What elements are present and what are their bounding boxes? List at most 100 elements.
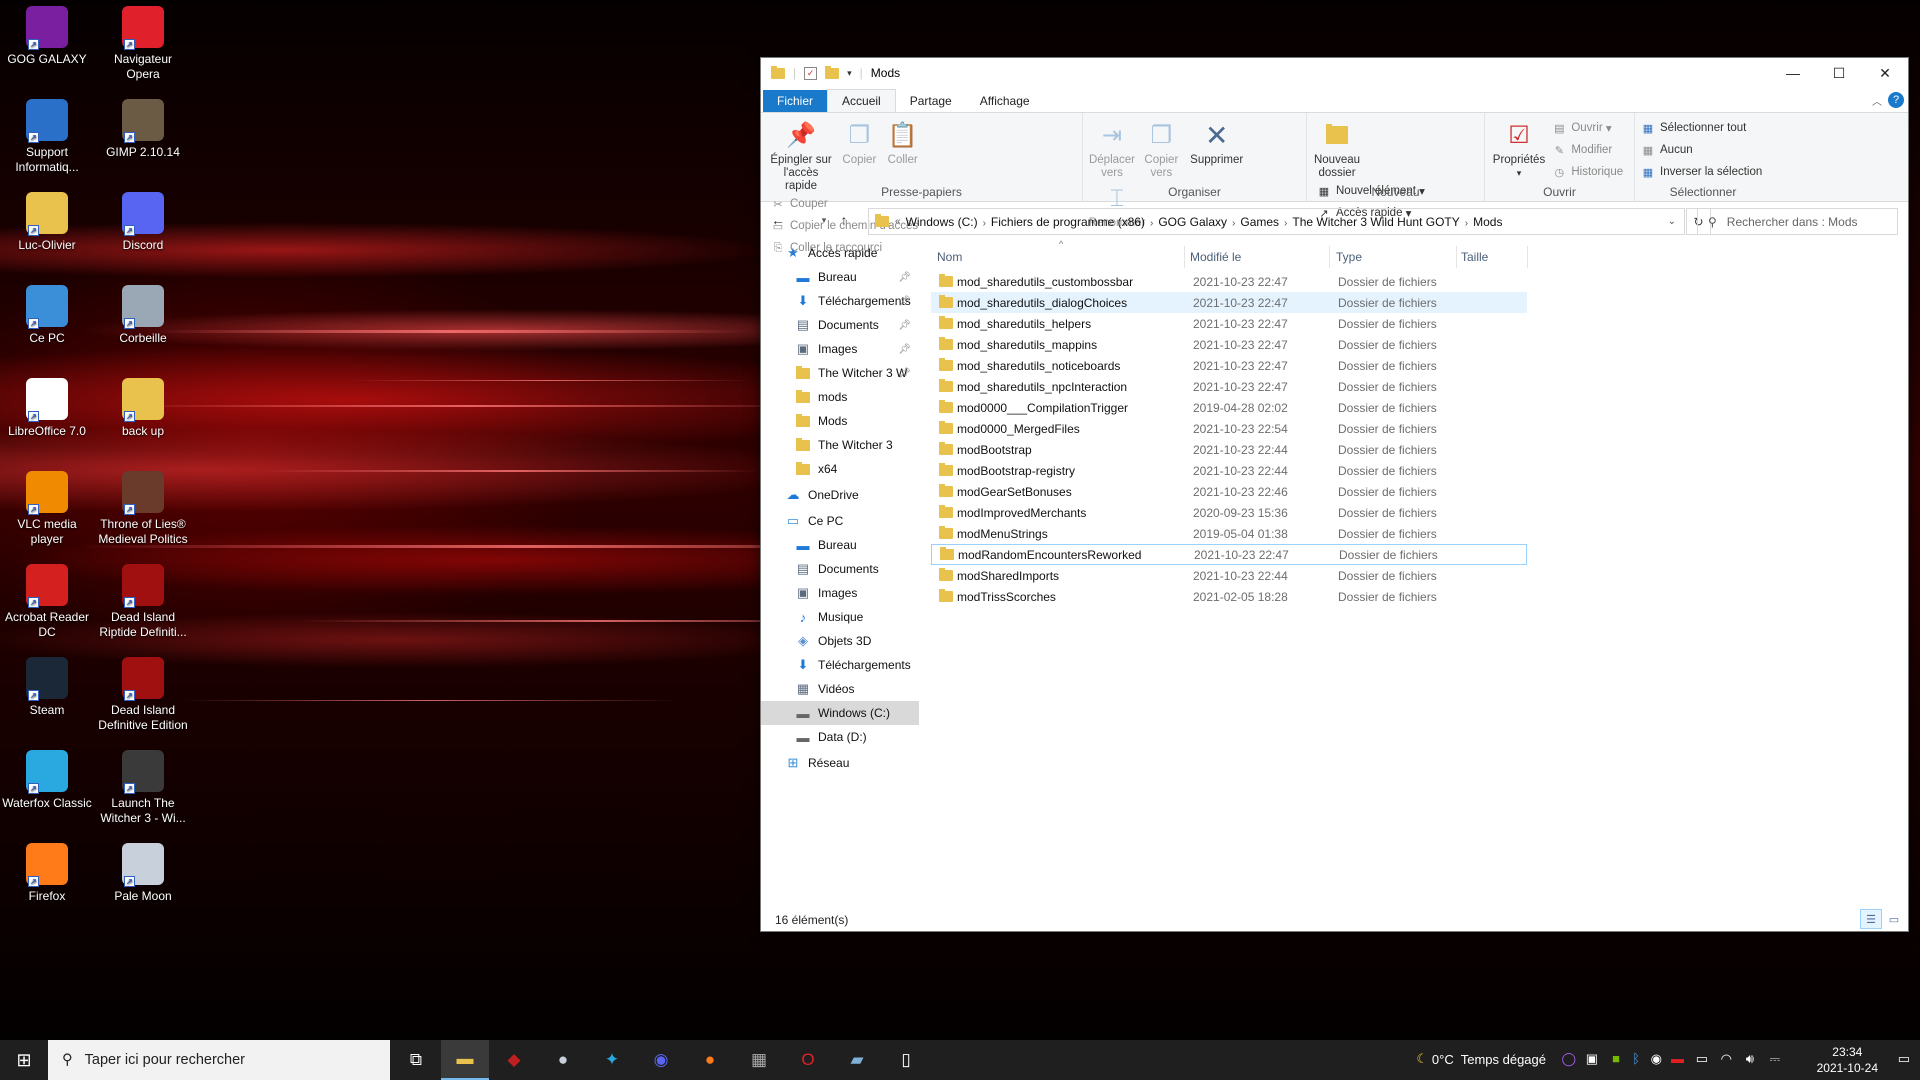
desktop-icon[interactable]: ↗ GOG GALAXY	[2, 2, 92, 67]
nav-item[interactable]: ▭ Ce PC	[761, 509, 919, 533]
table-row[interactable]: modImprovedMerchants 2020-09-23 15:36 Doss…	[931, 502, 1527, 523]
properties-quick-icon[interactable]: ✓	[804, 66, 818, 80]
nav-item[interactable]: ◈ Objets 3D	[761, 629, 919, 653]
nav-item[interactable]: ▤ Documents	[761, 557, 919, 581]
breadcrumb-separator-icon[interactable]: ›	[1232, 218, 1235, 229]
desktop-icon[interactable]: ↗ VLC media player	[2, 467, 92, 547]
breadcrumb-separator-icon[interactable]: ›	[1150, 218, 1153, 229]
delete-button[interactable]: ✕ Supprimer	[1188, 117, 1246, 167]
nav-item[interactable]: x64	[761, 457, 919, 481]
nav-item[interactable]: Mods	[761, 409, 919, 433]
notification-icon[interactable]: ▭	[1898, 1051, 1910, 1067]
nav-item[interactable]: ⬇ Téléchargements 📌︎	[761, 289, 919, 313]
column-size[interactable]: Taille	[1461, 250, 1488, 264]
history-button[interactable]: ◷ Historique	[1552, 161, 1624, 183]
table-row[interactable]: mod_sharedutils_npcInteraction 2021-10-23…	[931, 376, 1527, 397]
wifi-icon[interactable]: ◠	[1721, 1051, 1732, 1067]
nav-item[interactable]: ▦ Vidéos	[761, 677, 919, 701]
file-explorer-window[interactable]: | ✓ ▾ | Mods — ☐ ✕ Fichier Accueil Parta…	[760, 57, 1909, 932]
nav-item[interactable]: ▬ Bureau	[761, 533, 919, 557]
desktop-icon[interactable]: ↗ Pale Moon	[98, 839, 188, 904]
table-row[interactable]: modRandomEncountersReworked 2021-10-23 22…	[931, 544, 1527, 565]
desktop-icon[interactable]: ↗ Waterfox Classic	[2, 746, 92, 811]
column-separator[interactable]	[1184, 246, 1185, 268]
desktop-icon[interactable]: ↗ Support Informatiq...	[2, 95, 92, 175]
quick-access-dropdown-icon[interactable]: ▾	[847, 68, 852, 79]
search-input[interactable]: ⚲ Rechercher dans : Mods	[1697, 208, 1898, 235]
file-list[interactable]: ^ Nom Modifié le Type Taille mod_sharedu…	[931, 239, 1891, 607]
bluetooth-icon[interactable]: ᛒ	[1632, 1051, 1640, 1066]
desktop-icon[interactable]: ↗ Navigateur Opera	[98, 2, 188, 82]
network-tray-icon[interactable]: ⎓	[1770, 1051, 1780, 1067]
nav-item[interactable]: ⬇ Téléchargements	[761, 653, 919, 677]
desktop-icon[interactable]: ↗ Throne of Lies® Medieval Politics	[98, 467, 188, 547]
steam-tray-icon[interactable]: ◉	[1651, 1051, 1662, 1067]
column-name[interactable]: Nom	[937, 250, 962, 264]
forward-button[interactable]: →	[791, 212, 817, 228]
desktop-icon[interactable]: ↗ Corbeille	[98, 281, 188, 346]
breadcrumb-separator-icon[interactable]: ›	[983, 218, 986, 229]
taskbar-app-button[interactable]: ◉	[637, 1040, 685, 1080]
nav-item[interactable]: ▬ Windows (C:)	[761, 701, 919, 725]
properties-button[interactable]: ☑ Propriétés ▾	[1491, 117, 1547, 180]
table-row[interactable]: mod_sharedutils_mappins 2021-10-23 22:47 D…	[931, 334, 1527, 355]
taskbar-app-button[interactable]: ✦	[588, 1040, 636, 1080]
paste-button[interactable]: 📋 Coller	[884, 117, 922, 167]
desktop-icon[interactable]: ↗ LibreOffice 7.0	[2, 374, 92, 439]
desktop-icon[interactable]: ↗ back up	[98, 374, 188, 439]
column-separator[interactable]	[1329, 246, 1330, 268]
address-dropdown-icon[interactable]: ⌄	[1668, 216, 1676, 227]
tab-share[interactable]: Partage	[896, 90, 966, 112]
desktop-icon[interactable]: ↗ Ce PC	[2, 281, 92, 346]
desktop-icon[interactable]: ↗ Luc-Olivier	[2, 188, 92, 253]
taskbar-app-button[interactable]: O	[784, 1040, 832, 1080]
breadcrumb-item[interactable]: The Witcher 3 Wild Hunt GOTY	[1292, 215, 1459, 229]
nav-item[interactable]: ♪ Musique	[761, 605, 919, 629]
table-row[interactable]: mod_sharedutils_helpers 2021-10-23 22:47 D…	[931, 313, 1527, 334]
nvidia-tray-icon[interactable]: ■	[1612, 1051, 1620, 1066]
tab-file[interactable]: Fichier	[763, 90, 828, 112]
taskbar-app-button[interactable]: ▬	[441, 1040, 489, 1080]
desktop-icon[interactable]: ↗ GIMP 2.10.14	[98, 95, 188, 160]
desktop-icon[interactable]: ↗ Launch The Witcher 3 - Wi...	[98, 746, 188, 826]
tab-view[interactable]: Affichage	[966, 90, 1044, 112]
table-row[interactable]: mod_sharedutils_custombossbar 2021-10-23 …	[931, 271, 1527, 292]
details-view-button[interactable]: ☰	[1860, 909, 1882, 929]
copy-to-button[interactable]: ❐ Copier vers	[1140, 117, 1182, 180]
nav-item[interactable]: ▬ Data (D:)	[761, 725, 919, 749]
nav-item[interactable]: ▤ Documents 📌︎	[761, 313, 919, 337]
table-row[interactable]: modGearSetBonuses 2021-10-23 22:46 Dossier…	[931, 481, 1527, 502]
breadcrumb-item[interactable]: Games	[1240, 215, 1279, 229]
desktop-icon[interactable]: ↗ Acrobat Reader DC	[2, 560, 92, 640]
new-folder-button[interactable]: Nouveau dossier	[1313, 117, 1361, 180]
desktop-icon[interactable]: ↗ Dead Island Definitive Edition	[98, 653, 188, 733]
nav-item[interactable]: ⊞ Réseau	[761, 751, 919, 775]
desktop-icon[interactable]: ↗ Discord	[98, 188, 188, 253]
select-all-button[interactable]: ▦ Sélectionner tout	[1641, 117, 1765, 139]
navigation-pane[interactable]: ★ Accès rapide ▬ Bureau 📌︎ ⬇ Téléchargements 📌︎…	[761, 241, 919, 861]
taskbar-app-button[interactable]: ●	[539, 1040, 587, 1080]
close-button[interactable]: ✕	[1862, 58, 1908, 88]
breadcrumb-item[interactable]: Mods	[1473, 215, 1502, 229]
nav-item[interactable]: The Witcher 3 W 📌︎	[761, 361, 919, 385]
nav-item[interactable]: The Witcher 3	[761, 433, 919, 457]
maximize-button[interactable]: ☐	[1816, 58, 1862, 88]
table-row[interactable]: modMenuStrings 2019-05-04 01:38 Dossier de…	[931, 523, 1527, 544]
table-row[interactable]: modBootstrap 2021-10-23 22:44 Dossier de f…	[931, 439, 1527, 460]
tray-app-icon[interactable]: ▣	[1586, 1051, 1598, 1067]
volume-icon[interactable]: 🔊︎	[1746, 1051, 1754, 1067]
minimize-button[interactable]: —	[1770, 58, 1816, 88]
select-none-button[interactable]: ▦ Aucun	[1641, 139, 1765, 161]
nav-item[interactable]: ▣ Images 📌︎	[761, 337, 919, 361]
new-folder-quick-icon[interactable]	[825, 65, 840, 79]
breadcrumb-item[interactable]: Windows (C:)	[906, 215, 978, 229]
taskbar-search-input[interactable]: ⚲ Taper ici pour rechercher	[48, 1040, 390, 1080]
nav-item[interactable]: ☁ OneDrive	[761, 483, 919, 507]
nav-item[interactable]: ▬ Bureau 📌︎	[761, 265, 919, 289]
battery-icon[interactable]: ▭	[1696, 1051, 1708, 1067]
breadcrumb-separator-icon[interactable]: ›	[1465, 218, 1468, 229]
table-row[interactable]: modTrissScorches 2021-02-05 18:28 Dossier …	[931, 586, 1527, 607]
taskbar-app-button[interactable]: ▯	[882, 1040, 930, 1080]
column-type[interactable]: Type	[1336, 250, 1362, 264]
pin-quick-access-button[interactable]: 📌 Épingler sur l'accès rapide	[767, 117, 835, 193]
